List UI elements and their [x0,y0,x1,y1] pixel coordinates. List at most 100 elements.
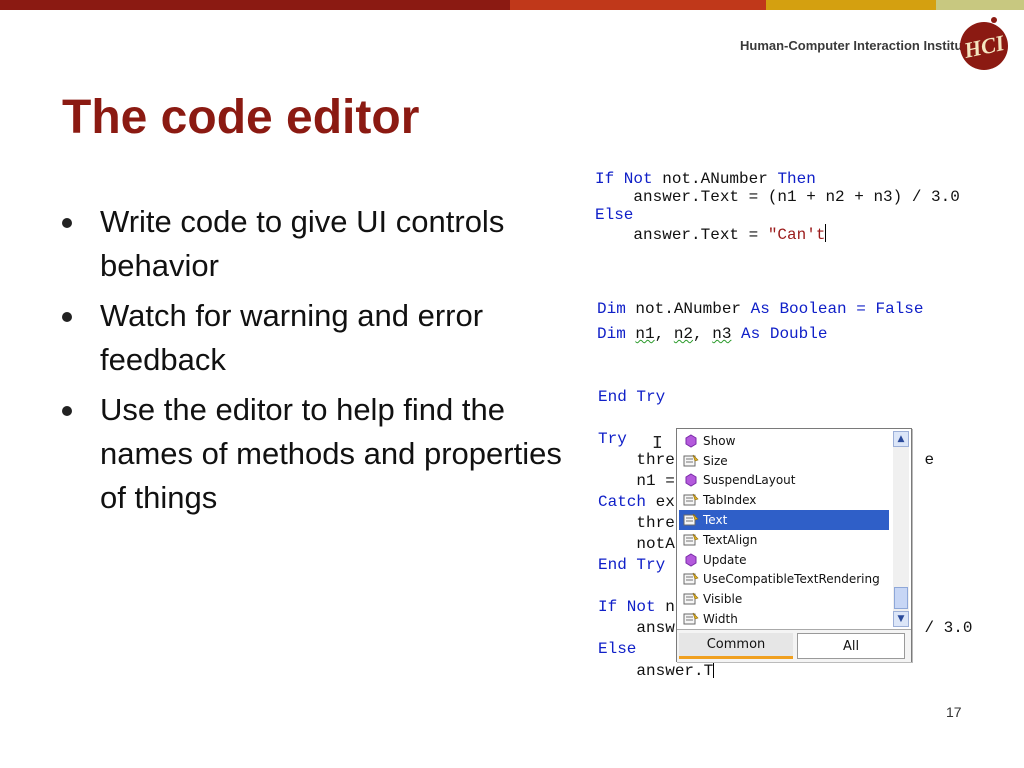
property-icon [683,572,699,586]
bullet-item: Write code to give UI controls behavior [60,200,570,288]
string-literal: "Can't [767,226,826,244]
clipped-code-line: ————————— ———— [598,375,761,382]
keyword: Dim [597,300,626,318]
bullet-dot-icon [62,312,72,322]
code-text: , [693,325,713,343]
warning-squiggle: n1 [635,325,655,343]
keyword: Catch [598,493,647,511]
keyword: Dim [597,325,626,343]
member-list-item[interactable]: TabIndex [679,490,889,510]
code-identifier: not.ANumber [652,170,778,188]
method-icon [683,553,699,567]
tab-common[interactable]: Common [679,633,793,659]
bullet-text: Write code to give UI controls behavior [100,204,505,283]
scroll-up-button[interactable]: ▲ [893,431,909,447]
member-list[interactable]: Show Size SuspendLayout TabIndex Text TextAli… [679,431,889,629]
code-line: answ [598,619,675,637]
scroll-thumb[interactable] [894,587,908,609]
color-bar-segment [0,0,510,10]
code-identifier: not.ANumber [625,300,751,318]
method-icon [683,434,699,448]
color-bar-segment [510,0,766,10]
code-line: notA [598,535,675,553]
keyword: Try [598,430,627,448]
keyword: As [750,300,770,318]
tab-all[interactable]: All [797,633,905,659]
warning-squiggle: n3 [712,325,732,343]
keyword: End Try [598,388,666,406]
code-line: n1 = [598,472,675,490]
code-text: n [655,598,675,616]
text-caret [713,660,715,678]
member-list-item[interactable]: Size [679,451,889,471]
member-list-item[interactable]: SuspendLayout [679,471,889,491]
member-label: SuspendLayout [703,473,796,488]
institute-name: Human-Computer Interaction Institute [740,38,975,53]
scroll-down-button[interactable]: ▼ [893,611,909,627]
code-text: , [654,325,674,343]
keyword: End Try [598,556,666,574]
color-bar-segment [936,0,1024,10]
keyword: If Not [595,170,653,188]
member-list-item[interactable]: Visible [679,589,889,609]
bullet-item: Use the editor to help find the names of… [60,388,570,520]
code-snippet-if: If Not not.ANumber Then answer.Text = (n… [595,170,960,244]
code-line: answer.Text = [595,226,768,244]
member-list-item[interactable]: Show [679,431,889,451]
member-label: Visible [703,592,743,607]
warning-squiggle: n2 [673,325,694,343]
member-list-item[interactable]: TextAlign [679,530,889,550]
keyword: Boolean = False [769,300,924,318]
method-icon [683,473,699,488]
page-number: 17 [946,704,962,720]
bullet-list: Write code to give UI controls behavior … [60,200,570,526]
bullet-dot-icon [62,218,72,228]
member-label: Update [703,552,747,567]
keyword: Then [777,170,816,188]
code-text: e [924,451,935,469]
code-snippet-dim: Dim not.ANumber As Boolean = False Dim n… [597,297,923,347]
member-label: TextAlign [703,532,758,547]
header-color-bar [0,0,1024,10]
property-icon [683,612,699,626]
keyword: Else [598,640,637,658]
property-icon [683,454,699,468]
bullet-item: Watch for warning and error feedback [60,294,570,382]
bullet-text: Watch for warning and error feedback [100,298,484,377]
property-icon [683,493,699,507]
member-list-item[interactable]: UseCompatibleTextRendering [679,570,889,590]
property-icon [683,513,699,527]
bullet-dot-icon [62,406,72,416]
code-line: thre [598,451,675,469]
code-line: answer.T [598,662,714,680]
color-bar-segment [766,0,936,10]
code-line: thre [598,514,675,532]
code-line: answer.Text = (n1 + n2 + n3) / 3.0 [595,188,960,206]
text-caret [825,224,827,242]
code-text: / 3.0 [924,619,973,637]
popup-tabs: Common All [677,629,911,662]
slide-title: The code editor [62,91,420,144]
keyword: Double [760,325,828,343]
keyword: As [741,325,761,343]
member-label: TabIndex [703,493,757,508]
intellisense-popup[interactable]: Show Size SuspendLayout TabIndex Text TextAli… [676,428,912,662]
property-icon [683,533,699,547]
member-label: Show [703,433,736,448]
member-label: Text [703,513,728,528]
member-list-item[interactable]: Text [679,510,889,530]
member-label: UseCompatibleTextRendering [703,572,880,587]
hci-logo: HCI [960,17,1008,70]
member-label: Width [703,612,738,627]
member-label: Size [703,453,728,468]
member-list-item[interactable]: Update [679,550,889,570]
scrollbar[interactable]: ▲ ▼ [893,431,909,627]
bullet-text: Use the editor to help find the names of… [100,392,562,515]
property-icon [683,592,699,606]
member-list-item[interactable]: Width [679,609,889,629]
keyword: Else [595,206,634,224]
keyword: If Not [598,598,656,616]
code-text: ex [646,493,675,511]
